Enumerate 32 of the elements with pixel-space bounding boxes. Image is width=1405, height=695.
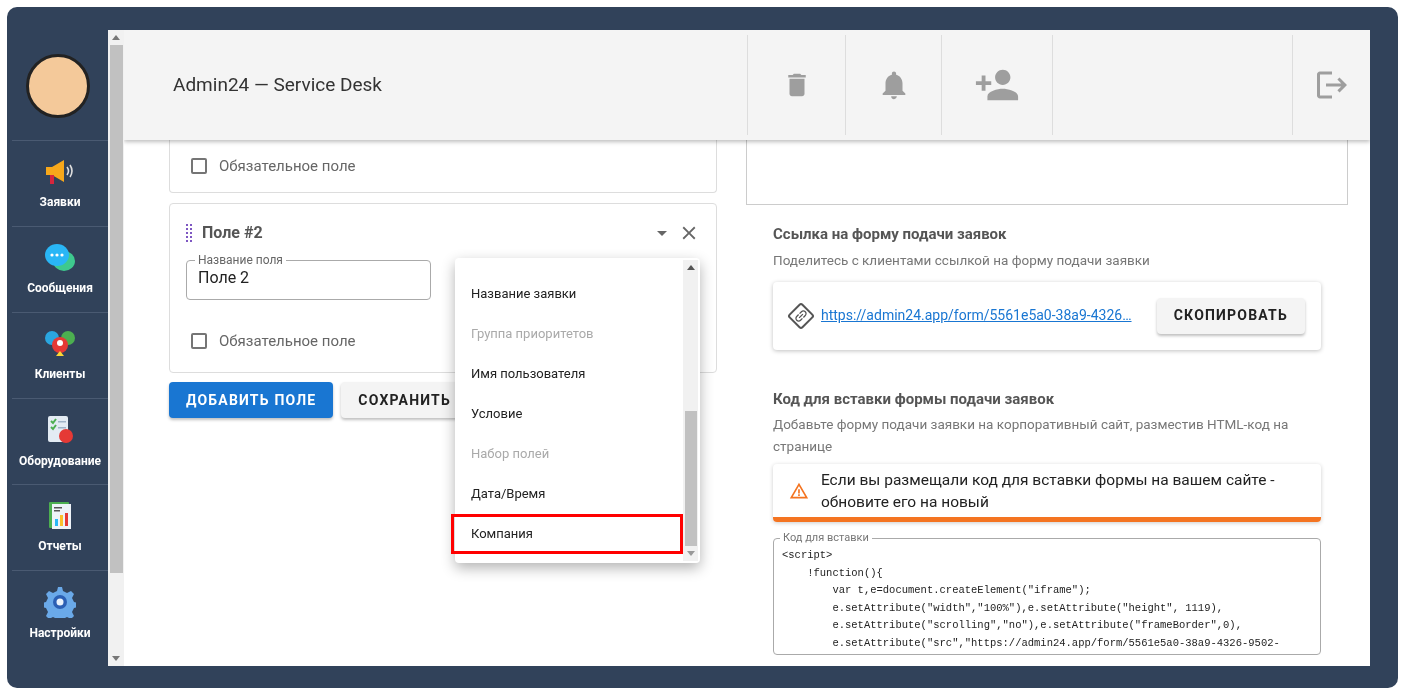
scroll-up-arrow-icon[interactable] <box>686 265 695 270</box>
checkbox[interactable] <box>191 333 207 350</box>
scroll-up-arrow-icon[interactable] <box>112 35 120 40</box>
section-description: Добавьте форму подачи заявки на корпоративный сайт, разместив HTML-код на странице <box>773 415 1290 457</box>
menu-scrollbar[interactable] <box>683 260 698 561</box>
report-chart-icon <box>46 500 74 531</box>
gear-icon <box>44 585 76 618</box>
drag-handle-icon <box>186 224 192 242</box>
checkbox-label: Обязательное поле <box>219 331 356 352</box>
menu-item[interactable]: Дата/Время <box>455 474 683 514</box>
checkbox-label: Обязательное поле <box>219 155 356 177</box>
scrollbar[interactable] <box>108 30 124 666</box>
link-icon <box>786 301 816 330</box>
copy-button[interactable]: СКОПИРОВАТЬ <box>1156 297 1305 334</box>
app-title: Admin24 — Service Desk <box>173 71 382 98</box>
add-field-button[interactable]: ДОБАВИТЬ ПОЛЕ <box>169 382 334 418</box>
scroll-down-arrow-icon[interactable] <box>112 656 120 661</box>
sidebar-item[interactable]: Настройки <box>12 570 108 656</box>
form-link[interactable]: https://admin24.app/form/5561e5a0-38a9-4326… <box>821 305 1157 327</box>
section-description: Поделитесь с клиентами ссылкой на форму подачи заявки <box>773 250 1151 270</box>
people-icon <box>44 328 76 359</box>
section-heading: Ссылка на форму подачи заявок <box>773 224 1008 245</box>
name-field[interactable]: Название поля Поле 2 <box>186 253 431 300</box>
code-field[interactable]: Код для вставки <script> !function(){ var t,e=document.createElement("iframe"); e.setAttribute("width","100%"),e.setAttribute("height", 1119), e.setAttribute("scrolling","no"),e.setAttribute("frameBorder",0), e.setAttribute("src","https://admin24.app/form/5561e5a0-38a9-4326-9502- <box>773 531 1321 656</box>
warning-text: Если вы размещали код для вставки формы на вашем сайте - обновите его на новый <box>820 469 1276 513</box>
scroll-down-arrow-icon[interactable] <box>686 551 695 556</box>
menu-item[interactable]: Название заявки <box>455 274 683 314</box>
chat-bubbles-icon <box>44 242 76 273</box>
field-title: Поле #2 <box>202 222 264 244</box>
menu-item[interactable]: Компания <box>451 514 683 554</box>
checkbox[interactable] <box>191 158 207 174</box>
section-heading: Код для вставки формы подачи заявок <box>773 388 1056 410</box>
